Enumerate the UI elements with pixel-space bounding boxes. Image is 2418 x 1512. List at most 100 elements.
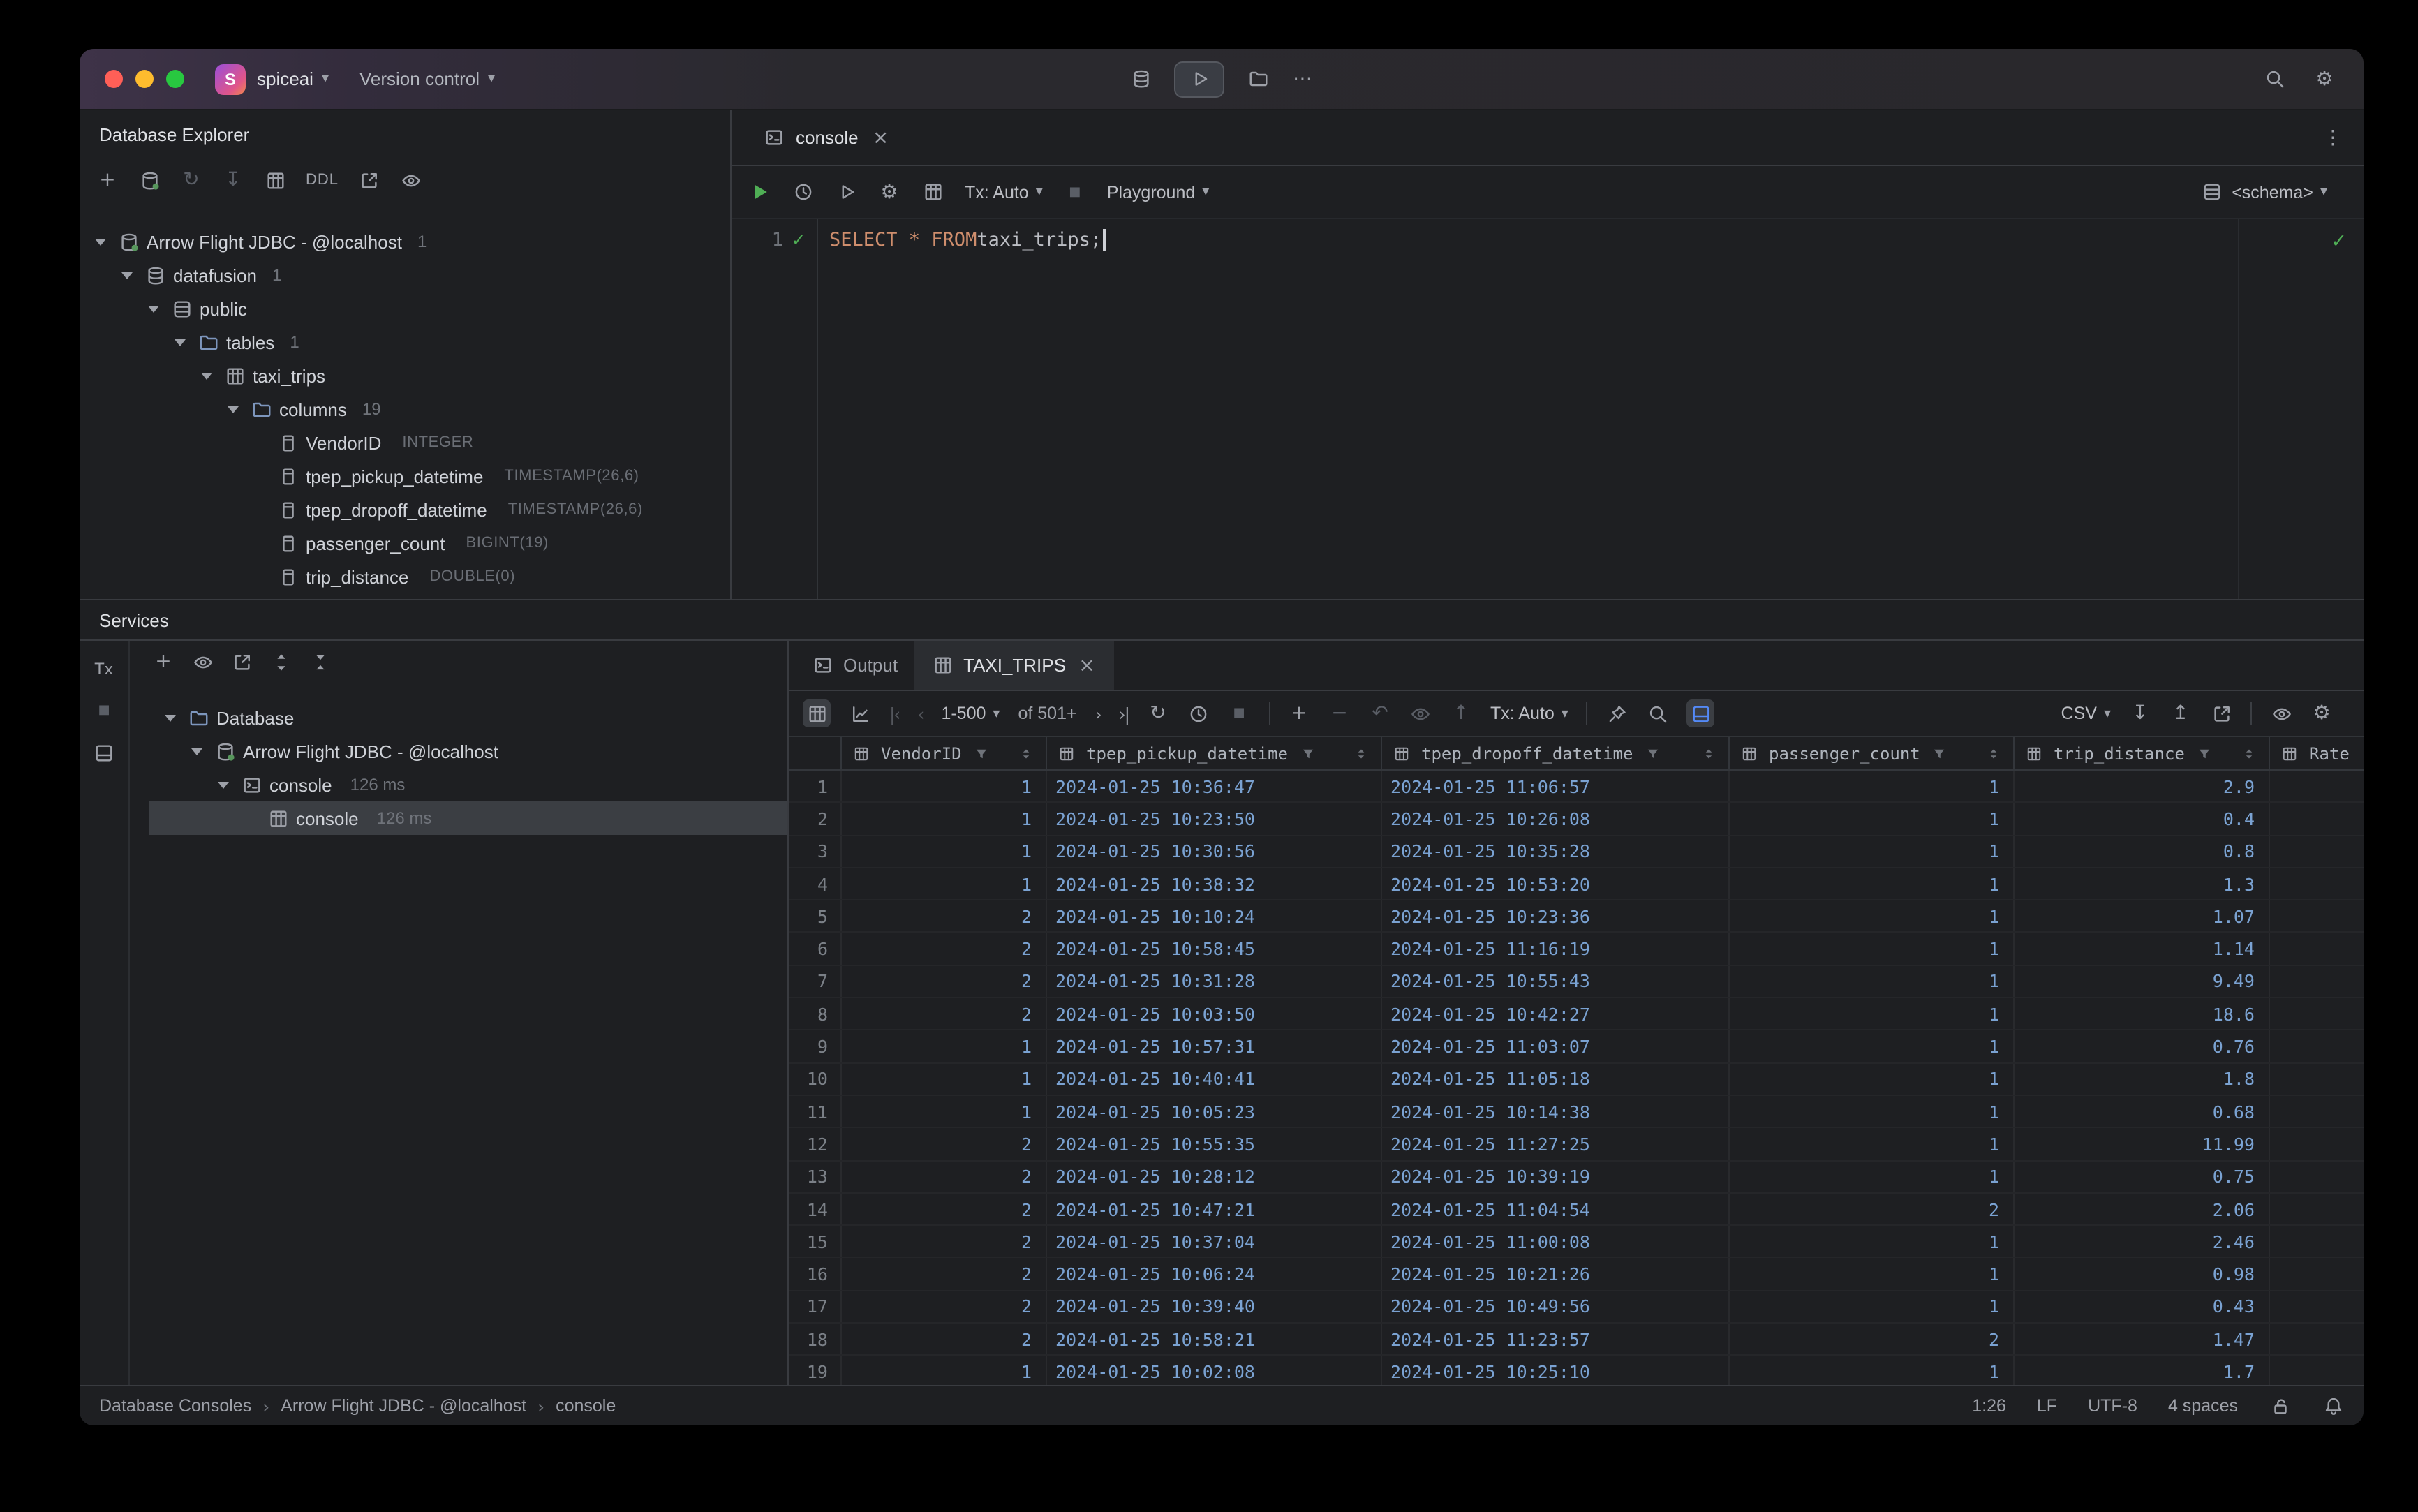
services-panel-header[interactable]: Services [80, 599, 2364, 641]
table-cell[interactable]: 2 [842, 998, 1047, 1030]
tree-item-console[interactable]: console 126 ms [149, 801, 787, 835]
chevron-down-icon[interactable] [144, 297, 163, 320]
table-cell[interactable]: 2024-01-25 10:03:50 [1047, 998, 1382, 1030]
table-cell[interactable] [2270, 1356, 2364, 1385]
table-cell[interactable]: 2.46 [2015, 1226, 2270, 1257]
next-page-button[interactable]: › [1095, 703, 1102, 724]
table-cell[interactable]: 2.9 [2015, 771, 2270, 802]
chevron-down-icon[interactable] [187, 740, 207, 762]
table-cell[interactable]: 0.68 [2015, 1095, 2270, 1127]
close-tab-icon[interactable]: × [1076, 654, 1098, 676]
add-datasource-icon[interactable]: + [96, 169, 119, 191]
find-icon[interactable] [1647, 702, 1669, 725]
chevron-down-icon[interactable] [170, 331, 190, 353]
table-cell[interactable]: 2024-01-25 10:28:12 [1047, 1161, 1382, 1192]
tree-item-console[interactable]: console 126 ms [149, 768, 787, 801]
close-tab-icon[interactable]: × [870, 126, 892, 149]
page-range-select[interactable]: 1-500 ▾ [941, 704, 1000, 723]
table-cell[interactable]: 0.76 [2015, 1030, 2270, 1062]
table-cell[interactable]: 1.3 [2015, 868, 2270, 900]
column-header-trip_distance[interactable]: trip_distance [2015, 737, 2270, 769]
pin-tab-icon[interactable] [1606, 702, 1629, 725]
table-cell[interactable]: 1 [1730, 1291, 2015, 1323]
row-number[interactable]: 9 [789, 1030, 842, 1062]
table-cell[interactable]: 1.47 [2015, 1324, 2270, 1355]
chevron-down-icon[interactable] [161, 706, 180, 729]
breadcrumb-item[interactable]: Database Consoles [99, 1396, 251, 1416]
row-number[interactable]: 18 [789, 1324, 842, 1355]
table-cell[interactable]: 2024-01-25 10:31:28 [1047, 965, 1382, 998]
table-cell[interactable]: 11.99 [2015, 1128, 2270, 1160]
table-cell[interactable]: 0.75 [2015, 1161, 2270, 1192]
reload-page-icon[interactable]: ↻ [1147, 702, 1169, 725]
filter-funnel-icon[interactable] [2193, 742, 2216, 764]
execute-in-console-icon[interactable] [835, 181, 857, 203]
table-cell[interactable]: 2024-01-25 10:58:45 [1047, 933, 1382, 965]
project-menu[interactable]: spiceai ▾ [257, 68, 329, 89]
table-cell[interactable]: 2024-01-25 11:06:57 [1382, 771, 1730, 802]
table-cell[interactable] [2270, 803, 2364, 835]
tab-console[interactable]: console × [746, 110, 909, 165]
preview-changes-eye-icon[interactable] [1409, 702, 1432, 725]
table-cell[interactable]: 2024-01-25 10:26:08 [1382, 803, 1730, 835]
open-in-new-icon[interactable] [230, 651, 253, 673]
table-cell[interactable]: 1 [1730, 1030, 2015, 1062]
file-encoding[interactable]: UTF-8 [2088, 1396, 2137, 1416]
tab-taxi-trips[interactable]: TAXI_TRIPS × [914, 641, 1115, 690]
table-cell[interactable]: 2024-01-25 10:21:26 [1382, 1258, 1730, 1290]
table-cell[interactable]: 2024-01-25 10:57:31 [1047, 1030, 1382, 1062]
tree-item-taxi-trips[interactable]: taxi_trips [80, 359, 730, 392]
column-header-tpep_pickup_datetime[interactable]: tpep_pickup_datetime [1047, 737, 1382, 769]
table-cell[interactable]: 2024-01-25 10:23:50 [1047, 803, 1382, 835]
sort-icon[interactable] [1350, 742, 1372, 764]
filter-funnel-icon[interactable] [1641, 742, 1663, 764]
table-cell[interactable]: 1.07 [2015, 900, 2270, 932]
grid-settings-gear-icon[interactable]: ⚙ [2311, 702, 2333, 725]
table-cell[interactable]: 2024-01-25 11:23:57 [1382, 1324, 1730, 1355]
add-row-icon[interactable]: + [1288, 702, 1310, 725]
sort-icon[interactable] [1982, 742, 2005, 764]
row-number[interactable]: 16 [789, 1258, 842, 1290]
table-cell[interactable]: 0.8 [2015, 836, 2270, 867]
table-cell[interactable]: 1 [1730, 900, 2015, 932]
table-cell[interactable] [2270, 900, 2364, 932]
row-number[interactable]: 10 [789, 1063, 842, 1095]
table-cell[interactable]: 1 [842, 836, 1047, 867]
table-cell[interactable]: 9.49 [2015, 965, 2270, 998]
table-cell[interactable]: 1 [1730, 836, 2015, 867]
zoom-window-button[interactable] [166, 70, 184, 88]
table-cell[interactable]: 2024-01-25 10:10:24 [1047, 900, 1382, 932]
table-cell[interactable] [2270, 1324, 2364, 1355]
table-cell[interactable]: 2024-01-25 10:47:21 [1047, 1193, 1382, 1225]
table-cell[interactable]: 2024-01-25 10:02:08 [1047, 1356, 1382, 1385]
table-cell[interactable]: 1 [1730, 803, 2015, 835]
table-cell[interactable]: 2 [842, 1258, 1047, 1290]
table-cell[interactable] [2270, 998, 2364, 1030]
tree-item-tpep-pickup-datetime[interactable]: tpep_pickup_datetime TIMESTAMP(26,6) [80, 459, 730, 493]
editor-settings-gear-icon[interactable]: ⚙ [878, 181, 900, 203]
table-cell[interactable]: 2024-01-25 10:05:23 [1047, 1095, 1382, 1127]
ddl-button[interactable]: DDL [306, 172, 339, 188]
table-cell[interactable]: 1 [1730, 933, 2015, 965]
table-cell[interactable] [2270, 1096, 2364, 1127]
first-page-button[interactable]: |‹ [889, 703, 901, 724]
table-cell[interactable] [2270, 771, 2364, 802]
table-cell[interactable] [2270, 1226, 2364, 1257]
collapse-all-icon[interactable] [309, 651, 331, 673]
table-cell[interactable] [2270, 1194, 2364, 1225]
table-cell[interactable]: 1 [842, 868, 1047, 900]
table-cell[interactable]: 0.98 [2015, 1258, 2270, 1290]
table-cell[interactable]: 2024-01-25 10:35:28 [1382, 836, 1730, 867]
table-cell[interactable]: 2024-01-25 10:37:04 [1047, 1226, 1382, 1257]
row-number[interactable]: 13 [789, 1161, 842, 1192]
query-history-icon[interactable] [792, 181, 814, 203]
view-options-eye-icon[interactable] [2270, 702, 2292, 725]
column-header-passenger_count[interactable]: passenger_count [1730, 737, 2015, 769]
tx-mode-select[interactable]: Tx: Auto ▾ [1490, 704, 1568, 723]
table-cell[interactable] [2270, 868, 2364, 900]
table-cell[interactable]: 1.7 [2015, 1356, 2270, 1385]
table-cell[interactable]: 2024-01-25 10:14:38 [1382, 1095, 1730, 1127]
submit-icon[interactable]: ↑ [1450, 702, 1472, 725]
table-cell[interactable]: 2024-01-25 11:00:08 [1382, 1226, 1730, 1257]
tree-item-arrow-flight-jdbc-localhost[interactable]: Arrow Flight JDBC - @localhost 1 [80, 225, 730, 258]
